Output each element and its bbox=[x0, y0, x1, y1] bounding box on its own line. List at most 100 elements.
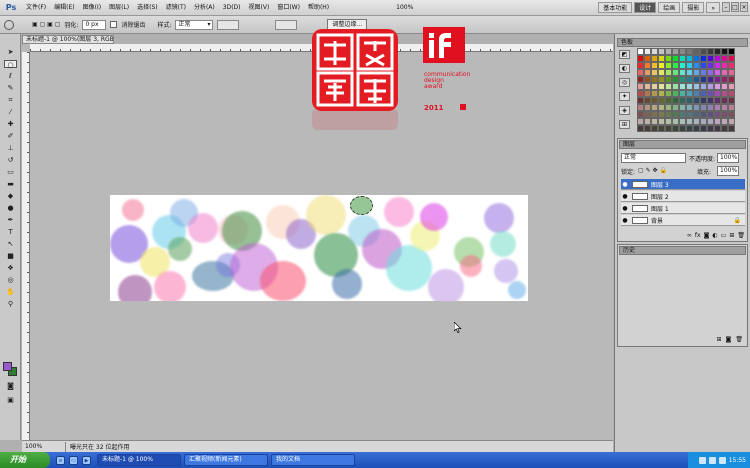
color-swatch[interactable] bbox=[644, 118, 651, 125]
color-swatch[interactable] bbox=[637, 90, 644, 97]
workspace-more[interactable]: » bbox=[706, 2, 720, 13]
blur-tool-icon[interactable]: ◆ bbox=[4, 192, 17, 200]
color-swatch[interactable] bbox=[714, 118, 721, 125]
color-swatch[interactable] bbox=[693, 62, 700, 69]
color-swatch[interactable] bbox=[644, 55, 651, 62]
color-swatch[interactable] bbox=[714, 62, 721, 69]
color-swatch[interactable] bbox=[707, 104, 714, 111]
color-swatch[interactable] bbox=[686, 111, 693, 118]
color-swatch[interactable] bbox=[665, 62, 672, 69]
lasso-tool-icon[interactable]: ℓ bbox=[4, 72, 17, 80]
color-swatch[interactable] bbox=[672, 97, 679, 104]
color-swatch[interactable] bbox=[651, 90, 658, 97]
color-swatch[interactable] bbox=[721, 90, 728, 97]
color-swatch[interactable] bbox=[707, 90, 714, 97]
swatches-panel-tab[interactable]: 色板 bbox=[617, 38, 748, 47]
delete-state-icon[interactable]: 🗑 bbox=[735, 336, 743, 343]
3d-orbit-tool-icon[interactable]: ◎ bbox=[4, 276, 17, 284]
color-swatch[interactable] bbox=[693, 125, 700, 132]
screen-mode-icon[interactable]: ▣ bbox=[4, 396, 17, 404]
color-swatch[interactable] bbox=[679, 118, 686, 125]
adjustments-icon[interactable]: ◐ bbox=[619, 64, 630, 73]
path-selection-tool-icon[interactable]: ↖ bbox=[4, 240, 17, 248]
color-swatch[interactable] bbox=[700, 125, 707, 132]
color-swatch[interactable] bbox=[637, 48, 644, 55]
color-swatch[interactable] bbox=[679, 76, 686, 83]
elliptical-marquee-preset-icon[interactable] bbox=[4, 19, 14, 30]
eye-icon[interactable]: ● bbox=[621, 217, 629, 224]
delete-layer-icon[interactable]: 🗑 bbox=[737, 232, 745, 239]
color-swatch[interactable] bbox=[707, 83, 714, 90]
layers-panel-tab[interactable]: 图层 bbox=[619, 140, 746, 149]
color-swatch[interactable] bbox=[651, 111, 658, 118]
color-swatch[interactable] bbox=[644, 125, 651, 132]
color-swatch[interactable] bbox=[700, 69, 707, 76]
color-swatch[interactable] bbox=[679, 104, 686, 111]
workspace-painting[interactable]: 绘画 bbox=[658, 2, 681, 13]
color-swatch[interactable] bbox=[665, 90, 672, 97]
color-swatch[interactable] bbox=[637, 111, 644, 118]
color-swatch[interactable] bbox=[714, 97, 721, 104]
color-swatch[interactable] bbox=[693, 83, 700, 90]
color-swatch[interactable] bbox=[700, 104, 707, 111]
color-swatch[interactable] bbox=[707, 125, 714, 132]
color-swatch[interactable] bbox=[700, 62, 707, 69]
eye-icon[interactable]: ● bbox=[621, 205, 629, 212]
color-swatch[interactable] bbox=[679, 97, 686, 104]
color-swatch[interactable] bbox=[665, 48, 672, 55]
color-swatch[interactable] bbox=[714, 83, 721, 90]
layer-row[interactable]: ● 图层 2 bbox=[621, 191, 745, 202]
color-swatch[interactable] bbox=[672, 90, 679, 97]
elliptical-marquee-tool-icon[interactable]: ○ bbox=[4, 60, 17, 69]
color-swatch[interactable] bbox=[637, 125, 644, 132]
color-swatch[interactable] bbox=[686, 62, 693, 69]
layer-row[interactable]: ● 背景 🔒 bbox=[621, 215, 745, 226]
color-swatch[interactable] bbox=[651, 97, 658, 104]
menu-file[interactable]: 文件(F) bbox=[22, 0, 50, 16]
adjustment-layer-icon[interactable]: ◐ bbox=[712, 232, 717, 239]
color-swatch[interactable] bbox=[728, 90, 735, 97]
color-swatch[interactable] bbox=[658, 69, 665, 76]
color-swatch[interactable] bbox=[728, 97, 735, 104]
menu-analysis[interactable]: 分析(A) bbox=[190, 0, 219, 16]
color-swatch[interactable] bbox=[644, 76, 651, 83]
eye-icon[interactable]: ● bbox=[621, 181, 629, 188]
color-swatch[interactable] bbox=[644, 90, 651, 97]
color-swatch[interactable] bbox=[714, 48, 721, 55]
link-layers-icon[interactable]: ∞ bbox=[687, 232, 692, 239]
clock[interactable]: 15:55 bbox=[729, 457, 746, 464]
color-swatch[interactable] bbox=[637, 83, 644, 90]
clone-stamp-tool-icon[interactable]: ⊥ bbox=[4, 144, 17, 152]
vertical-ruler[interactable] bbox=[22, 52, 30, 440]
browser-icon[interactable]: e bbox=[56, 455, 65, 465]
color-swatch[interactable] bbox=[658, 55, 665, 62]
maximize-button[interactable]: □ bbox=[731, 2, 739, 12]
zoom-level-dropdown[interactable]: 100% bbox=[393, 0, 416, 16]
menu-edit[interactable]: 编辑(E) bbox=[50, 0, 78, 16]
color-swatch[interactable] bbox=[714, 76, 721, 83]
color-swatch[interactable] bbox=[651, 125, 658, 132]
color-swatch[interactable] bbox=[651, 69, 658, 76]
color-swatch[interactable] bbox=[637, 118, 644, 125]
style-select[interactable]: 正常 ▾ bbox=[175, 19, 214, 30]
color-swatch[interactable] bbox=[637, 97, 644, 104]
menu-help[interactable]: 帮助(H) bbox=[304, 0, 333, 16]
color-swatch[interactable] bbox=[707, 118, 714, 125]
color-swatch[interactable] bbox=[644, 111, 651, 118]
color-swatch[interactable] bbox=[637, 104, 644, 111]
ime-icon[interactable] bbox=[718, 456, 726, 464]
color-swatch[interactable] bbox=[672, 118, 679, 125]
minimize-button[interactable]: – bbox=[722, 2, 730, 12]
color-swatch[interactable] bbox=[700, 97, 707, 104]
media-icon[interactable]: ▶ bbox=[82, 455, 91, 465]
color-swatch[interactable] bbox=[658, 48, 665, 55]
color-swatch[interactable] bbox=[721, 55, 728, 62]
crop-tool-icon[interactable]: ⌗ bbox=[4, 96, 17, 104]
color-swatch[interactable] bbox=[686, 76, 693, 83]
color-swatch[interactable] bbox=[700, 48, 707, 55]
color-swatch[interactable] bbox=[658, 111, 665, 118]
color-swatch[interactable] bbox=[728, 55, 735, 62]
menu-3d[interactable]: 3D(D) bbox=[219, 0, 245, 16]
color-swatch[interactable] bbox=[637, 76, 644, 83]
healing-brush-tool-icon[interactable]: ✚ bbox=[4, 120, 17, 128]
